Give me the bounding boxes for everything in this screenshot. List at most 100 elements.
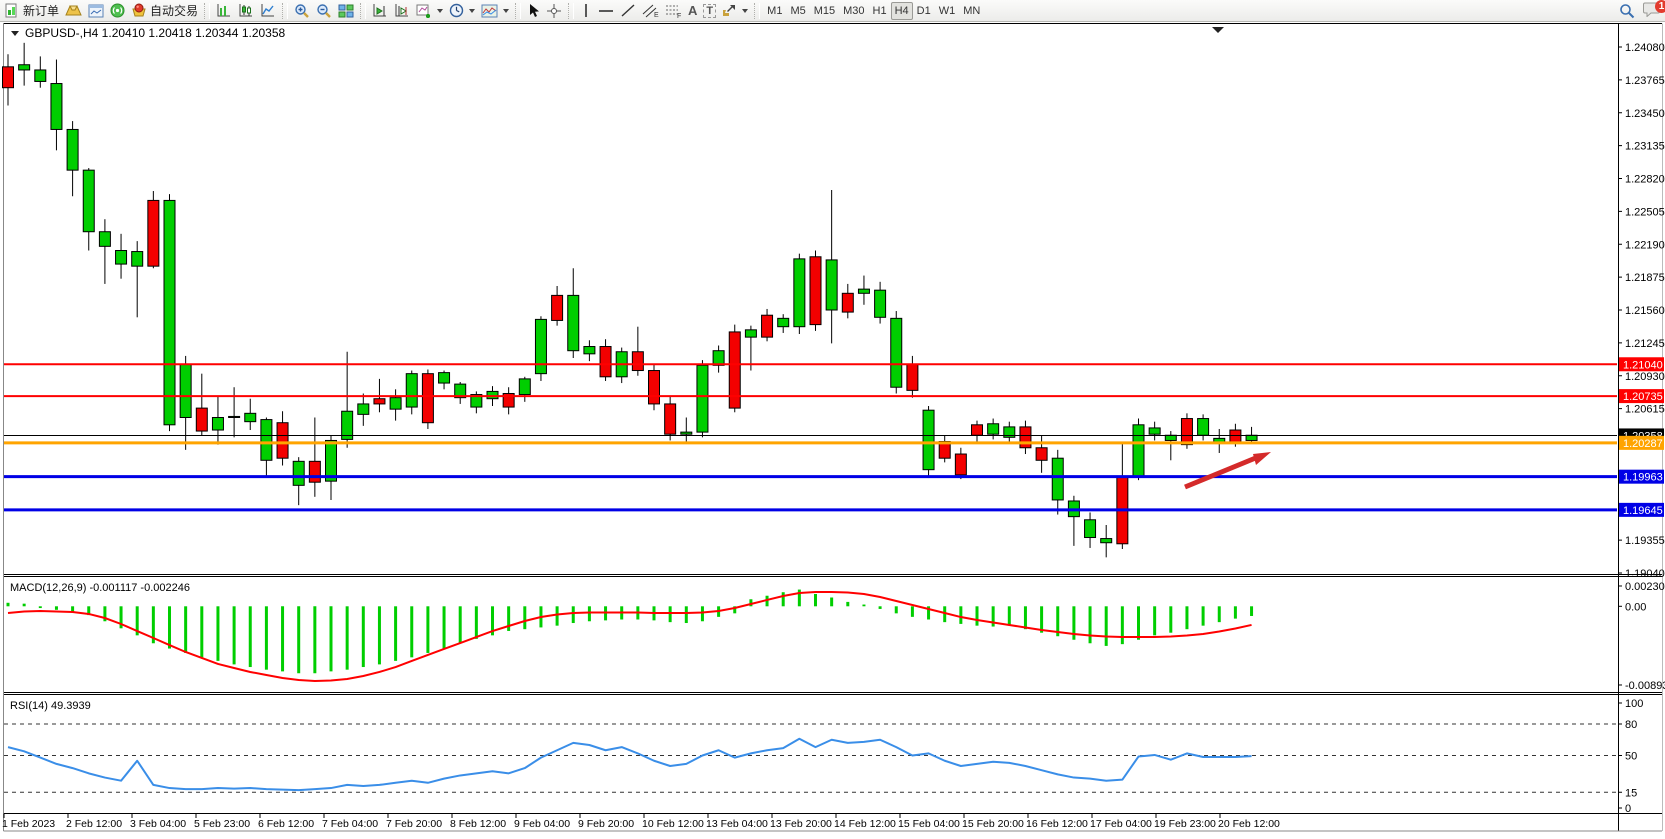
timeframe-button-W1[interactable]: W1 bbox=[935, 2, 960, 20]
channel-tool-button[interactable]: E bbox=[639, 1, 662, 21]
shapes-tool-button[interactable] bbox=[719, 1, 751, 21]
new-order-button[interactable]: 新订单 bbox=[2, 1, 62, 21]
chart-canvas[interactable]: GBPUSD-,H4 1.20410 1.20418 1.20344 1.203… bbox=[0, 22, 1665, 839]
date-tick-label: 14 Feb 12:00 bbox=[834, 818, 896, 830]
trend-arrow-annotation[interactable] bbox=[1185, 452, 1271, 487]
fibonacci-icon: F bbox=[665, 3, 682, 18]
price-tick-label: 1.19355 bbox=[1625, 535, 1665, 547]
chart-shift-button[interactable] bbox=[369, 1, 391, 21]
auto-scroll-button[interactable] bbox=[391, 1, 413, 21]
candle-body bbox=[439, 373, 450, 383]
date-tick-label: 15 Feb 04:00 bbox=[898, 818, 960, 830]
chart-template-button[interactable] bbox=[478, 1, 512, 21]
gold-ingot-button[interactable] bbox=[62, 1, 85, 21]
zoom-in-icon bbox=[294, 3, 310, 19]
rsi-tick-label: 0 bbox=[1625, 803, 1631, 815]
chart-window-button[interactable] bbox=[85, 1, 107, 21]
date-tick-label: 2 Feb 12:00 bbox=[66, 818, 122, 830]
date-tick-label: 3 Feb 04:00 bbox=[130, 818, 186, 830]
chart-area[interactable]: GBPUSD-,H4 1.20410 1.20418 1.20344 1.203… bbox=[0, 22, 1665, 839]
toolbar-separator bbox=[754, 3, 760, 19]
candle-body bbox=[277, 423, 288, 458]
candle-body bbox=[19, 65, 30, 70]
text-label-tool-button[interactable]: T bbox=[700, 1, 719, 21]
candle-body bbox=[584, 347, 595, 354]
dropdown-caret bbox=[503, 9, 509, 13]
tile-windows-icon bbox=[338, 4, 354, 18]
rsi-line bbox=[8, 739, 1252, 790]
candlestick-chart-type-button[interactable] bbox=[235, 1, 257, 21]
candle-body bbox=[1149, 428, 1160, 434]
candle-body bbox=[487, 391, 498, 398]
price-tick-label: 1.19040 bbox=[1625, 568, 1665, 580]
candle-body bbox=[665, 404, 676, 434]
line-chart-type-button[interactable] bbox=[257, 1, 279, 21]
candle-body bbox=[1036, 448, 1047, 461]
signal-icon bbox=[110, 3, 125, 18]
arrows-shapes-icon bbox=[722, 3, 737, 18]
price-tick-label: 1.21560 bbox=[1625, 305, 1665, 317]
date-tick-label: 9 Feb 04:00 bbox=[514, 818, 570, 830]
timeframe-button-M30[interactable]: M30 bbox=[839, 2, 868, 20]
new-order-label: 新订单 bbox=[23, 2, 59, 19]
horizontal-line-tool-button[interactable] bbox=[595, 1, 617, 21]
candle-body bbox=[842, 293, 853, 312]
candle-body bbox=[309, 461, 320, 482]
cursor-button[interactable] bbox=[524, 1, 543, 21]
date-tick-label: 13 Feb 20:00 bbox=[770, 818, 832, 830]
date-tick-label: 8 Feb 12:00 bbox=[450, 818, 506, 830]
candle-body bbox=[632, 352, 643, 371]
notification-badge: 1 bbox=[1655, 0, 1665, 13]
add-indicator-button[interactable] bbox=[413, 1, 446, 21]
search-icon[interactable] bbox=[1619, 3, 1635, 19]
candle-body bbox=[972, 425, 983, 435]
symbol-dropdown-icon[interactable] bbox=[11, 31, 19, 36]
pane-borders bbox=[4, 24, 1663, 832]
timeframe-button-M5[interactable]: M5 bbox=[786, 2, 809, 20]
macd-signal-line bbox=[8, 592, 1252, 681]
price-tick-label: 1.22820 bbox=[1625, 174, 1665, 186]
macd-tick-label: -0.008939 bbox=[1625, 680, 1665, 692]
price-tick-label: 1.21875 bbox=[1625, 272, 1665, 284]
candlestick-chart-icon bbox=[238, 3, 254, 18]
dropdown-caret bbox=[742, 9, 748, 13]
candle-body bbox=[229, 416, 240, 417]
date-tick-label: 1 Feb 2023 bbox=[2, 818, 55, 830]
candle-body bbox=[568, 295, 579, 350]
rsi-tick-label: 15 bbox=[1625, 787, 1637, 799]
fibonacci-tool-button[interactable]: F bbox=[662, 1, 685, 21]
timeframe-button-M1[interactable]: M1 bbox=[763, 2, 786, 20]
trendline-tool-button[interactable] bbox=[617, 1, 639, 21]
candle-body bbox=[1101, 539, 1112, 543]
date-tick-label: 9 Feb 20:00 bbox=[578, 818, 634, 830]
rsi-label: RSI(14) 49.3939 bbox=[10, 700, 91, 712]
text-tool-button[interactable]: A bbox=[685, 1, 700, 21]
period-clock-button[interactable] bbox=[446, 1, 478, 21]
signal-button[interactable] bbox=[107, 1, 128, 21]
zoom-out-button[interactable] bbox=[313, 1, 335, 21]
candle-body bbox=[552, 295, 563, 320]
zoom-in-button[interactable] bbox=[291, 1, 313, 21]
candle-body bbox=[907, 364, 918, 390]
toolbar-separator bbox=[568, 3, 574, 19]
autotrade-button[interactable]: 自动交易 bbox=[128, 1, 201, 21]
bar-chart-type-button[interactable] bbox=[213, 1, 235, 21]
date-tick-label: 16 Feb 12:00 bbox=[1026, 818, 1088, 830]
candle-body bbox=[891, 318, 902, 387]
candle-body bbox=[1020, 427, 1031, 448]
timeframe-button-H1[interactable]: H1 bbox=[869, 2, 891, 20]
price-tick-label: 1.20930 bbox=[1625, 371, 1665, 383]
price-tick-label: 1.22505 bbox=[1625, 206, 1665, 218]
timeframe-button-M15[interactable]: M15 bbox=[810, 2, 839, 20]
level-lines bbox=[4, 364, 1617, 510]
timeframe-button-MN[interactable]: MN bbox=[959, 2, 984, 20]
vertical-line-tool-button[interactable] bbox=[577, 1, 595, 21]
candle-body bbox=[390, 398, 401, 409]
line-chart-icon bbox=[260, 3, 276, 18]
crosshair-button[interactable] bbox=[543, 1, 565, 21]
timeframe-button-H4[interactable]: H4 bbox=[891, 2, 913, 20]
timeframe-button-D1[interactable]: D1 bbox=[913, 2, 935, 20]
tile-windows-button[interactable] bbox=[335, 1, 357, 21]
candle-body bbox=[858, 289, 869, 293]
chat-button[interactable]: 1 bbox=[1643, 1, 1661, 22]
